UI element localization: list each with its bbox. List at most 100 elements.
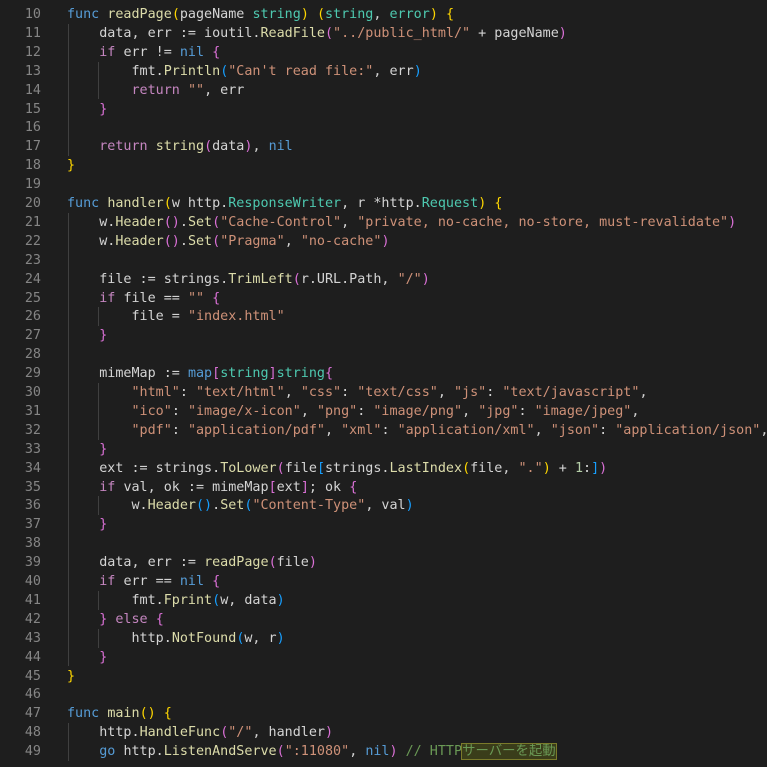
code-token: func	[67, 7, 108, 22]
code-token: file	[276, 555, 309, 571]
code-token: :	[599, 422, 616, 438]
code-line[interactable]: 21 w.Header().Set("Cache-Control", "priv…	[0, 213, 767, 232]
code-line[interactable]: 16	[0, 118, 767, 137]
code-line[interactable]: 25 if file == "" {	[0, 289, 767, 308]
code-line[interactable]: 49 go http.ListenAndServe(":11080", nil)…	[0, 742, 767, 761]
code-token: )	[558, 25, 567, 41]
code-line[interactable]: 45}	[0, 667, 767, 686]
code-token: , val	[365, 498, 406, 514]
code-token: "application/json"	[615, 422, 761, 438]
code-editor[interactable]: 10 func readPage(pageName string) (string…	[0, 0, 767, 767]
code-text: fmt.Fprint(w, data)	[67, 591, 284, 610]
code-token: "image/png"	[373, 403, 463, 419]
code-line[interactable]: 29 mimeMap := map[string]string{	[0, 364, 767, 383]
code-text: w.Header().Set("Cache-Control", "private…	[67, 213, 736, 232]
code-line[interactable]: 19	[0, 175, 767, 194]
code-line[interactable]: 27 }	[0, 326, 767, 345]
code-token: "Content-Type"	[252, 498, 366, 514]
code-line[interactable]: 18}	[0, 156, 767, 175]
code-line[interactable]: 10 func readPage(pageName string) (string…	[0, 5, 767, 24]
code-token: ]	[268, 366, 277, 382]
code-line[interactable]: 28	[0, 345, 767, 364]
code-token: :	[357, 403, 374, 419]
code-token: (	[204, 139, 213, 155]
code-token: :	[381, 422, 398, 438]
code-token: )	[599, 460, 608, 476]
code-token: if	[67, 44, 124, 60]
code-token: "text/javascript"	[502, 385, 640, 400]
code-line[interactable]: 35 if val, ok := mimeMap[ext]; ok {	[0, 478, 767, 497]
code-line[interactable]: 24 file := strings.TrimLeft(r.URL.Path, …	[0, 270, 767, 289]
code-text: }	[67, 515, 107, 534]
code-token: +	[550, 460, 575, 476]
code-line[interactable]: 22 w.Header().Set("Pragma", "no-cache")	[0, 232, 767, 251]
code-token: NotFound	[171, 630, 237, 646]
code-token: .	[179, 233, 188, 249]
code-line[interactable]: 44 }	[0, 648, 767, 667]
code-line[interactable]: 38	[0, 534, 767, 553]
code-token: "private, no-cache, no-store, must-reval…	[357, 214, 729, 230]
code-token: (	[163, 196, 172, 211]
code-token: w, data	[220, 592, 277, 608]
code-token: ReadFile	[260, 25, 325, 41]
line-number: 46	[24, 687, 41, 703]
code-line[interactable]: 34 ext := strings.ToLower(file[strings.L…	[0, 459, 767, 478]
code-line[interactable]: 47 func main() {	[0, 704, 767, 723]
code-text: data, err := ioutil.ReadFile("../public_…	[67, 24, 567, 43]
code-token: Fprint	[163, 592, 213, 608]
code-token: ,	[437, 385, 454, 400]
code-line[interactable]: 26 file = "index.html"	[0, 307, 767, 326]
code-line[interactable]: 33 }	[0, 440, 767, 459]
line-number: 26	[24, 309, 41, 325]
code-line[interactable]: 36 w.Header().Set("Content-Type", val)	[0, 496, 767, 515]
code-line[interactable]: 15 }	[0, 100, 767, 119]
code-token: ]	[300, 479, 309, 495]
code-token: map	[187, 366, 213, 382]
code-text: }	[67, 648, 107, 667]
code-line[interactable]: 13 fmt.Println("Can't read file:", err)	[0, 62, 767, 81]
code-token: "text/html"	[196, 385, 285, 400]
code-token: {	[212, 44, 221, 60]
code-token: , err	[204, 82, 245, 98]
code-token: 1	[574, 460, 583, 476]
code-line[interactable]: 41 fmt.Fprint(w, data)	[0, 591, 767, 610]
code-line[interactable]: 48 http.HandleFunc("/", handler)	[0, 723, 767, 742]
line-number: 38	[24, 536, 41, 552]
line-number: 21	[24, 214, 41, 230]
code-line[interactable]: 14 return "", err	[0, 81, 767, 100]
code-token: ()	[163, 233, 180, 249]
code-line[interactable]: 39 data, err := readPage(file)	[0, 553, 767, 572]
code-token: "/"	[228, 725, 253, 741]
code-token: :	[341, 385, 358, 400]
code-line[interactable]: 11 data, err := ioutil.ReadFile("../publ…	[0, 24, 767, 43]
code-line[interactable]: 17 return string(data), nil	[0, 137, 767, 156]
line-number: 34	[24, 460, 41, 476]
code-line[interactable]: 12 if err != nil {	[0, 43, 767, 62]
code-line[interactable]: 46	[0, 685, 767, 704]
code-line[interactable]: 20 func handler(w http.ResponseWriter, r …	[0, 194, 767, 213]
code-line[interactable]: 31 "ico": "image/x-icon", "png": "image/…	[0, 402, 767, 421]
code-token: ,	[341, 214, 358, 230]
code-line[interactable]: 43 http.NotFound(w, r)	[0, 629, 767, 648]
code-token: ,	[373, 7, 390, 22]
code-token: http.	[67, 630, 172, 646]
code-line[interactable]: 32 "pdf": "application/pdf", "xml": "app…	[0, 421, 767, 440]
code-token: pageName	[179, 7, 253, 22]
line-number: 31	[24, 403, 41, 419]
code-token: ToLower	[220, 460, 277, 476]
code-line[interactable]: 37 }	[0, 515, 767, 534]
code-text: }	[67, 667, 75, 686]
line-number: 39	[24, 555, 41, 571]
line-number: 24	[24, 271, 41, 287]
code-line[interactable]: 23	[0, 251, 767, 270]
code-line[interactable]: 30 "html": "text/html", "css": "text/css…	[0, 383, 767, 402]
code-token: err ==	[123, 574, 180, 589]
code-line[interactable]: 40 if err == nil {	[0, 572, 767, 591]
code-text: ext := strings.ToLower(file[strings.Last…	[67, 459, 607, 478]
line-number: 20	[24, 196, 41, 211]
line-number: 45	[24, 668, 41, 684]
code-line[interactable]: 42 } else {	[0, 610, 767, 629]
line-number: 49	[24, 744, 41, 760]
code-token: )	[429, 7, 446, 22]
